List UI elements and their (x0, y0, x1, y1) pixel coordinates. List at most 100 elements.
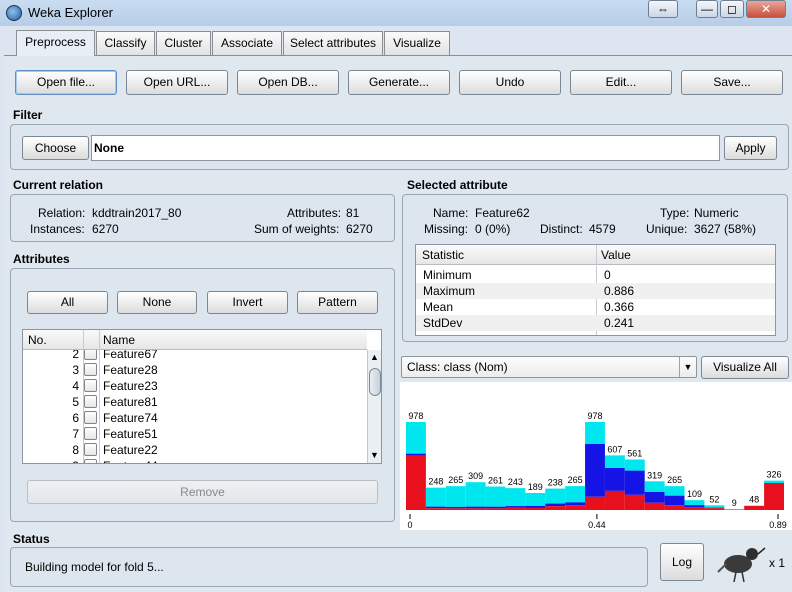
attributes-scrollbar[interactable]: ▲ ▼ (367, 350, 381, 463)
table-row[interactable]: 8 Feature22 (23, 442, 367, 458)
maximize-button[interactable]: ◻ (720, 0, 744, 18)
histogram-count-label: 243 (508, 477, 523, 487)
tab-preprocess[interactable]: Preprocess (16, 30, 95, 56)
tab-cluster[interactable]: Cluster (156, 31, 211, 55)
histogram-axis-label: 0 (407, 520, 412, 530)
choose-filter-button[interactable]: Choose (22, 136, 89, 160)
statistic-value: 0 (604, 268, 611, 282)
attribute-checkbox[interactable] (84, 379, 97, 392)
weka-app-icon (6, 5, 22, 21)
minimize-button[interactable]: — (696, 0, 718, 18)
histogram-bar-blue (664, 495, 685, 506)
histogram-bar-cyan (604, 455, 625, 468)
statistic-value: 0.886 (604, 284, 635, 298)
statistic-name: Maximum (423, 284, 476, 298)
histogram-count-label: 265 (448, 475, 463, 485)
attribute-number: 7 (72, 427, 79, 441)
apply-filter-button[interactable]: Apply (724, 136, 777, 160)
restore-icon[interactable]: ⇔ (648, 0, 678, 18)
attributes-count: 81 (346, 206, 360, 220)
attributes-table: No. Name 2 Feature67 3 Feature28 4 Feature23 5… (22, 329, 382, 464)
log-button[interactable]: Log (660, 543, 704, 581)
table-row[interactable]: 6 Feature74 (23, 410, 367, 426)
tab-select-attributes[interactable]: Select attributes (283, 31, 383, 55)
invert-selection-button[interactable]: Invert (207, 291, 288, 314)
histogram-bar-red (525, 507, 546, 510)
filter-field[interactable]: None (91, 135, 720, 161)
histogram-count-label: 109 (687, 489, 702, 499)
scrollbar-thumb[interactable] (369, 368, 381, 396)
attribute-number: 9 (23, 459, 79, 463)
status-label: Status (13, 532, 50, 546)
weka-bird-icon[interactable] (716, 542, 766, 584)
save-button[interactable]: Save... (681, 70, 783, 95)
histogram-bar-cyan (406, 422, 426, 454)
histogram-bar-cyan (565, 486, 586, 503)
table-row[interactable]: 5 Feature81 (23, 394, 367, 410)
instances-key: Instances: (30, 222, 85, 236)
table-row[interactable]: 3 Feature28 (23, 362, 367, 378)
tab-visualize[interactable]: Visualize (384, 31, 450, 55)
histogram-count-label: 261 (488, 476, 503, 486)
attribute-checkbox[interactable] (84, 395, 97, 408)
filter-label: Filter (13, 108, 43, 122)
generate-button[interactable]: Generate... (348, 70, 450, 95)
select-all-button[interactable]: All (27, 291, 108, 314)
table-row[interactable]: 7 Feature51 (23, 426, 367, 442)
visualize-all-button[interactable]: Visualize All (701, 356, 789, 379)
open-file-button[interactable]: Open file... (15, 70, 117, 95)
histogram-bar-blue (485, 506, 506, 509)
attributes-list: 2 Feature67 3 Feature28 4 Feature23 5 Feature81… (23, 350, 367, 463)
table-row[interactable]: 9 Feature44 (23, 458, 367, 463)
select-none-button[interactable]: None (117, 291, 197, 314)
attributes-table-header (23, 330, 367, 350)
edit-button[interactable]: Edit... (570, 70, 672, 95)
class-select[interactable]: Class: class (Nom) ▼ (401, 356, 697, 378)
attribute-checkbox[interactable] (84, 443, 97, 456)
histogram-bar-blue (505, 506, 526, 508)
column-header-value[interactable]: Value (601, 248, 631, 262)
status-message: Building model for fold 5... (25, 560, 164, 574)
histogram-axis-label: 0.89 (769, 520, 787, 530)
remove-button[interactable]: Remove (27, 480, 378, 504)
statistics-table: Statistic Value Minimum 0 Maximum 0.886 Mean… (415, 244, 776, 336)
column-header-statistic[interactable]: Statistic (422, 248, 464, 262)
histogram-count-label: 9 (732, 498, 737, 508)
attribute-checkbox[interactable] (84, 411, 97, 424)
scroll-down-icon[interactable]: ▼ (370, 450, 379, 460)
attribute-name: Feature74 (103, 411, 158, 425)
histogram-count-label: 607 (607, 444, 622, 454)
attribute-name: Feature51 (103, 427, 158, 441)
attribute-checkbox[interactable] (84, 459, 97, 463)
table-row[interactable]: 4 Feature23 (23, 378, 367, 394)
column-header-name[interactable]: Name (103, 333, 135, 347)
open-db-button[interactable]: Open DB... (237, 70, 339, 95)
undo-button[interactable]: Undo (459, 70, 561, 95)
chevron-down-icon[interactable]: ▼ (679, 357, 696, 377)
table-row[interactable]: 2 Feature67 (23, 350, 367, 362)
tab-associate[interactable]: Associate (212, 31, 282, 55)
histogram-bar-blue (624, 470, 645, 495)
scroll-up-icon[interactable]: ▲ (370, 352, 379, 362)
attribute-checkbox[interactable] (84, 350, 97, 360)
missing-key: Missing: (424, 222, 469, 236)
distinct-key: Distinct: (540, 222, 583, 236)
relation-key: Relation: (38, 206, 86, 220)
attribute-name: Feature67 (103, 350, 158, 361)
column-header-no[interactable]: No. (28, 333, 47, 347)
pattern-button[interactable]: Pattern (297, 291, 378, 314)
close-button[interactable]: ✕ (746, 0, 786, 18)
attribute-number: 6 (72, 411, 79, 425)
histogram-bar-cyan (664, 486, 685, 496)
histogram-bar-red (505, 507, 526, 510)
open-url-button[interactable]: Open URL... (126, 70, 228, 95)
histogram-bar-blue (445, 506, 466, 509)
statistic-value: 0.366 (604, 300, 635, 314)
window-title: Weka Explorer (28, 5, 114, 20)
attribute-checkbox[interactable] (84, 363, 97, 376)
attribute-name: Feature44 (103, 459, 158, 463)
type-key: Type: (660, 206, 690, 220)
histogram-bar-cyan (585, 422, 605, 444)
attribute-checkbox[interactable] (84, 427, 97, 440)
tab-classify[interactable]: Classify (96, 31, 155, 55)
